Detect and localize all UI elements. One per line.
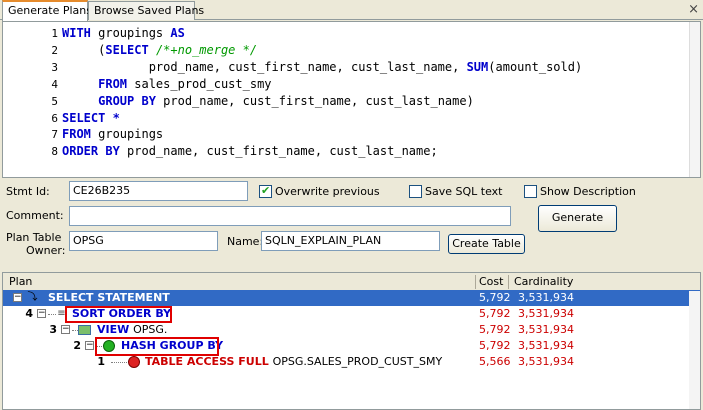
name-label: Name: — [227, 235, 264, 248]
code-text: GROUP BY prod_name, cust_first_name, cus… — [62, 93, 474, 110]
overwrite-previous-checkbox[interactable] — [259, 184, 272, 198]
plan-step-id: 3 — [49, 323, 57, 336]
code-token: prod_name, cust_first_name, cust_last_na… — [62, 59, 467, 74]
code-token: FROM — [62, 127, 99, 142]
plan-table-label: Plan Table — [6, 231, 62, 244]
line-number: 8 — [51, 145, 58, 159]
name-input[interactable]: SQLN_EXPLAIN_PLAN — [261, 231, 440, 251]
owner-input[interactable]: OPSG — [69, 231, 218, 251]
cost-column-header[interactable]: Cost — [479, 275, 503, 288]
close-icon[interactable]: × — [688, 2, 699, 17]
generate-button[interactable]: Generate — [538, 205, 617, 232]
code-token: SELECT — [105, 42, 156, 57]
code-token: ORDER BY — [62, 144, 128, 159]
cost-value: 5,566 — [479, 355, 511, 368]
line-number: 5 — [51, 94, 58, 108]
cardinality-value: 3,531,934 — [518, 355, 574, 368]
tab-bar: Generate Plans Browse Saved Plans × — [0, 0, 703, 21]
operation-name: SELECT STATEMENT — [48, 291, 170, 304]
cost-value: 5,792 — [479, 323, 511, 336]
cardinality-value: 3,531,934 — [518, 307, 574, 320]
code-token: groupings — [98, 26, 171, 40]
plan-scrollbar[interactable] — [689, 291, 700, 409]
table-row[interactable]: − ⤵ SELECT STATEMENT 5,792 3,531,934 — [3, 290, 700, 306]
code-token: /*+no_merge */ — [155, 42, 258, 57]
line-number: 1 — [51, 27, 58, 40]
sql-editor[interactable]: 1 WITH groupings AS 2 (SELECT /*+no_merge … — [2, 21, 701, 178]
code-token: prod_name, cust_first_name, cust_last_na… — [127, 144, 438, 159]
tab-generate-plans[interactable]: Generate Plans — [2, 0, 92, 21]
plan-table: Plan Cost Cardinality − ⤵ SELECT STATEME… — [2, 272, 701, 410]
plan-header: Plan Cost Cardinality — [3, 273, 700, 291]
code-text: SELECT * — [62, 110, 120, 127]
operation-name: TABLE ACCESS FULL OPSG.SALES_PROD_CUST_S… — [145, 355, 443, 368]
code-token: sales_prod_cust_smy — [134, 76, 272, 91]
code-token: SUM — [466, 59, 489, 74]
table-row[interactable]: 3 − VIEW OPSG. 5,792 3,531,934 — [3, 322, 700, 338]
line-number: 6 — [51, 111, 58, 125]
cost-value: 5,792 — [479, 339, 511, 352]
code-text: prod_name, cust_first_name, cust_last_na… — [62, 59, 583, 76]
owner-label: Owner: — [26, 244, 66, 257]
hash-group-highlight-box — [95, 337, 219, 356]
code-token: groupings — [98, 127, 164, 142]
code-text: (SELECT /*+no_merge */ — [62, 42, 257, 59]
line-number: 3 — [51, 60, 58, 74]
save-sql-text-checkbox[interactable] — [409, 185, 422, 198]
collapse-toggle-icon[interactable]: − — [61, 325, 70, 334]
cardinality-value: 3,531,934 — [518, 339, 574, 352]
line-number: 2 — [51, 43, 58, 57]
line-number: 4 — [51, 77, 58, 91]
code-text: FROM sales_prod_cust_smy — [62, 76, 272, 93]
overwrite-previous-label: Overwrite previous — [275, 185, 380, 198]
code-token: * — [112, 110, 120, 125]
code-text: ORDER BY prod_name, cust_first_name, cus… — [62, 143, 438, 160]
sort-order-highlight-box — [65, 306, 172, 323]
code-token: AS — [170, 26, 185, 40]
cardinality-column-header[interactable]: Cardinality — [514, 275, 573, 288]
cost-value: 5,792 — [479, 307, 511, 320]
stmt-id-label: Stmt Id: — [6, 185, 50, 198]
code-text: WITH groupings AS — [62, 25, 185, 42]
create-table-button[interactable]: Create Table — [448, 234, 525, 254]
tab-browse-saved-plans[interactable]: Browse Saved Plans — [88, 1, 204, 20]
plan-step-id: 4 — [25, 307, 33, 320]
comment-input[interactable] — [69, 206, 511, 226]
view-icon — [78, 325, 91, 335]
code-token: WITH — [62, 26, 99, 40]
show-description-checkbox[interactable] — [524, 185, 537, 198]
code-token: (amount_sold) — [488, 59, 583, 74]
collapse-toggle-icon[interactable]: − — [37, 309, 46, 318]
code-token: FROM — [98, 76, 135, 91]
table-access-icon — [128, 356, 140, 368]
cost-value: 5,792 — [479, 291, 511, 304]
code-token: SELECT — [62, 110, 113, 125]
plan-step-id: 2 — [73, 339, 81, 352]
cardinality-value: 3,531,934 — [518, 291, 574, 304]
cardinality-value: 3,531,934 — [518, 323, 574, 336]
stmt-id-input[interactable]: CE26B235 — [69, 181, 248, 201]
select-statement-icon: ⤵ — [27, 292, 38, 303]
collapse-toggle-icon[interactable]: − — [85, 341, 94, 350]
plan-column-header[interactable]: Plan — [9, 275, 32, 288]
show-description-label: Show Description — [540, 185, 636, 198]
save-sql-text-label: Save SQL text — [425, 185, 503, 198]
operation-name: VIEW OPSG. — [97, 323, 168, 336]
line-number: 7 — [51, 128, 58, 142]
collapse-toggle-icon[interactable]: − — [13, 293, 22, 302]
code-text: FROM groupings — [62, 126, 163, 143]
code-token: GROUP BY — [98, 93, 164, 108]
editor-scrollbar[interactable] — [689, 22, 700, 177]
code-token: ( — [62, 42, 106, 57]
plan-step-id: 1 — [97, 355, 105, 368]
code-token: prod_name, cust_first_name, cust_last_na… — [163, 93, 474, 108]
comment-label: Comment: — [6, 209, 64, 222]
table-row[interactable]: 1 TABLE ACCESS FULL OPSG.SALES_PROD_CUST… — [3, 354, 700, 370]
